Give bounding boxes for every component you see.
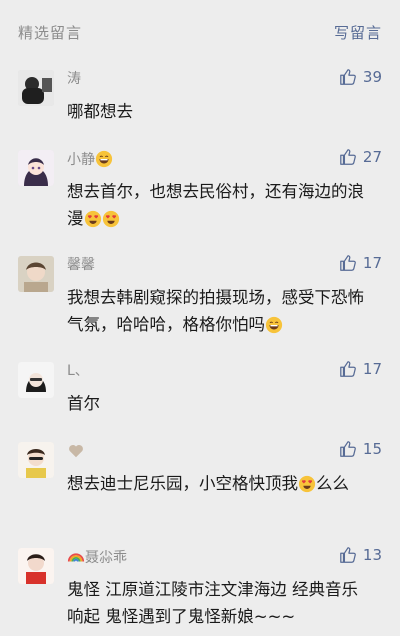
avatar[interactable] xyxy=(18,70,54,106)
avatar[interactable] xyxy=(18,362,54,398)
comments-header: 精选留言 写留言 xyxy=(0,0,400,62)
comment-text: 首尔 xyxy=(67,394,100,413)
comment-author[interactable] xyxy=(67,442,85,461)
heart-eyes-emoji xyxy=(102,210,120,228)
grinning-face-emoji xyxy=(265,316,283,334)
like-button[interactable]: 13 xyxy=(339,546,382,564)
write-comment-button[interactable]: 写留言 xyxy=(334,22,382,43)
like-button[interactable]: 27 xyxy=(339,148,382,166)
thumbs-up-icon xyxy=(339,68,357,86)
comment-text: 想去迪士尼乐园，小空格快顶我 么么 xyxy=(67,474,349,493)
like-count: 15 xyxy=(362,440,382,458)
grinning-face-emoji xyxy=(95,150,113,168)
like-button[interactable]: 17 xyxy=(339,254,382,272)
like-count: 17 xyxy=(362,360,382,378)
like-count: 27 xyxy=(362,148,382,166)
like-button[interactable]: 39 xyxy=(339,68,382,86)
comment-text: 想去首尔，也想去民俗村，还有海边的浪漫 xyxy=(67,182,364,228)
comment-author[interactable]: 聂尛乖 xyxy=(67,548,127,567)
section-title: 精选留言 xyxy=(18,24,83,42)
avatar[interactable] xyxy=(18,442,54,478)
rainbow-emoji xyxy=(67,548,85,566)
avatar[interactable] xyxy=(18,256,54,292)
avatar[interactable] xyxy=(18,548,54,584)
beige-heart-emoji xyxy=(67,442,85,460)
like-count: 17 xyxy=(362,254,382,272)
heart-eyes-emoji xyxy=(298,475,316,493)
thumbs-up-icon xyxy=(339,148,357,166)
thumbs-up-icon xyxy=(339,360,357,378)
comment-text: 我想去韩剧窥探的拍摄现场，感受下恐怖气氛，哈哈哈，格格你怕吗 xyxy=(67,288,364,334)
like-count: 13 xyxy=(362,546,382,564)
comment-author[interactable]: 馨馨 xyxy=(67,256,95,274)
comment-author[interactable]: 涛 xyxy=(67,70,81,88)
like-button[interactable]: 15 xyxy=(339,440,382,458)
like-count: 39 xyxy=(362,68,382,86)
thumbs-up-icon xyxy=(339,254,357,272)
comment-text: 哪都想去 xyxy=(67,102,133,121)
like-button[interactable]: 17 xyxy=(339,360,382,378)
comment-author[interactable]: 小静 xyxy=(67,150,113,169)
comment-author[interactable]: L、 xyxy=(67,362,89,380)
avatar[interactable] xyxy=(18,150,54,186)
heart-eyes-emoji xyxy=(84,210,102,228)
comment-text: 鬼怪 江原道江陵市注文津海边 经典音乐响起 鬼怪遇到了鬼怪新娘~~~ xyxy=(67,580,358,626)
thumbs-up-icon xyxy=(339,546,357,564)
thumbs-up-icon xyxy=(339,440,357,458)
